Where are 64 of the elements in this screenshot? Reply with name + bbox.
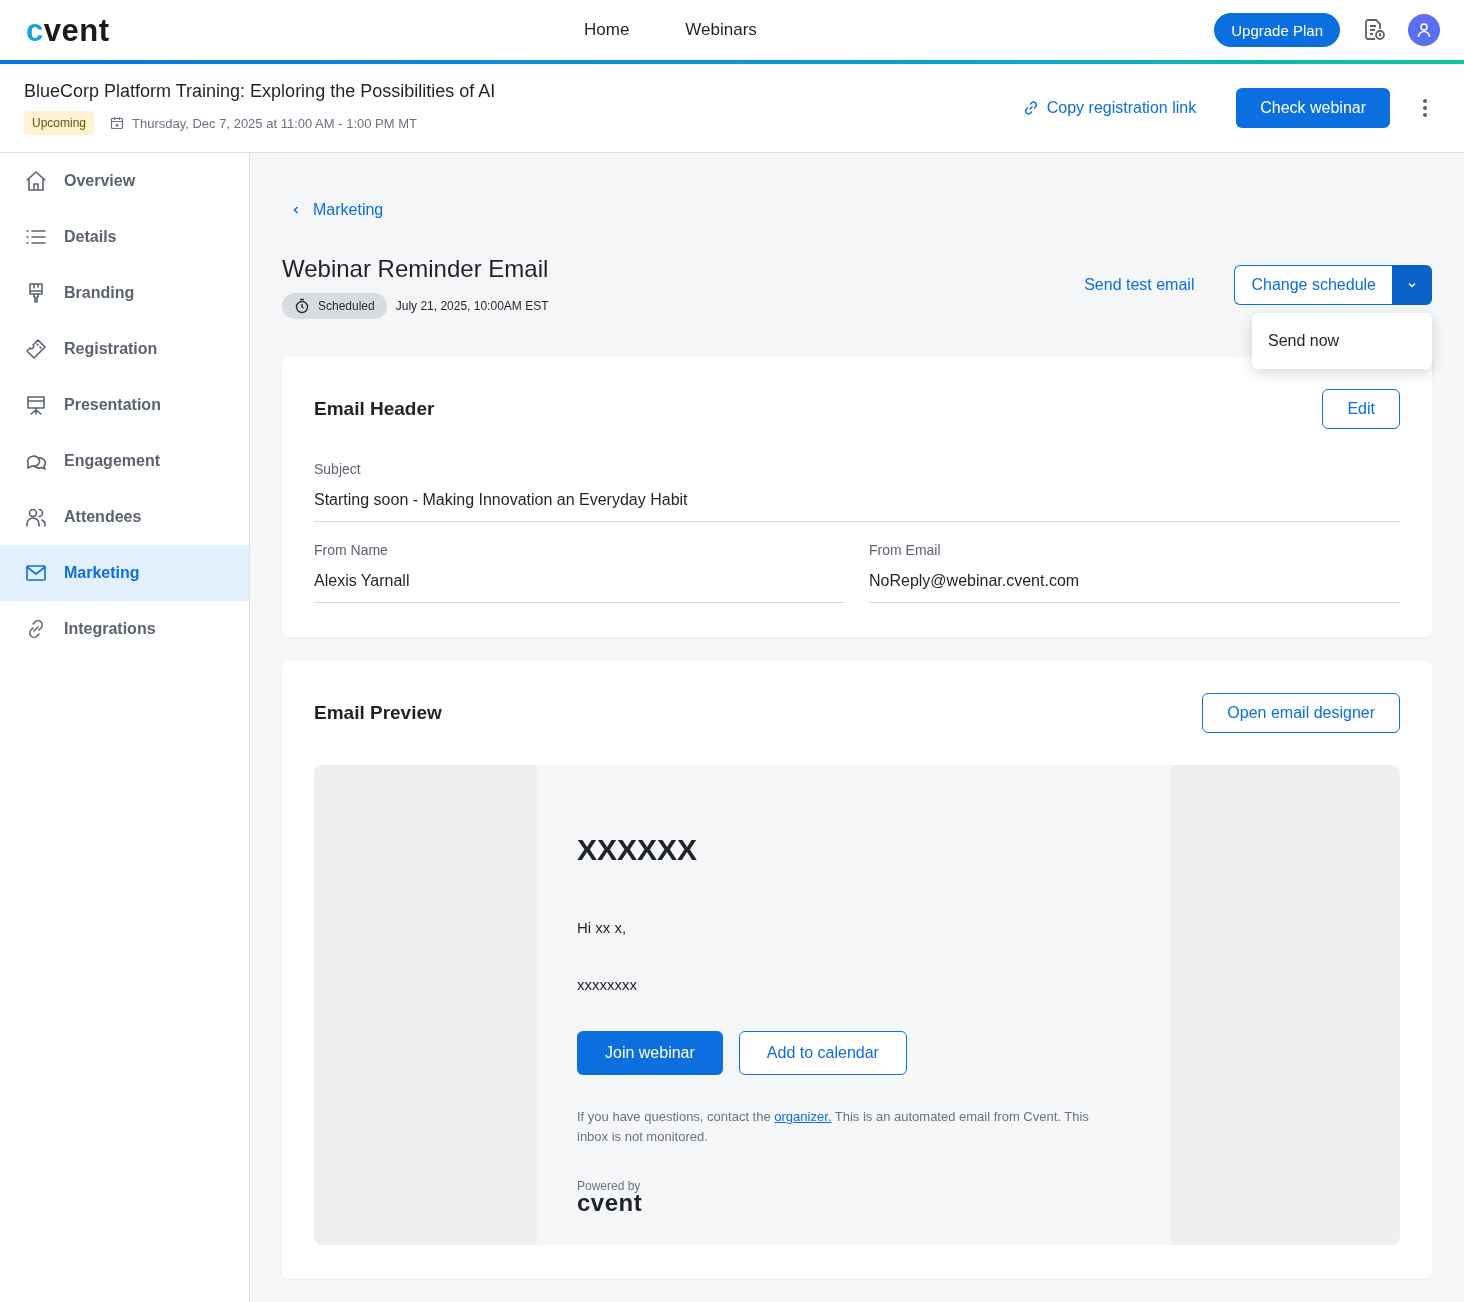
avatar-icon[interactable] bbox=[1408, 14, 1440, 46]
email-title: Webinar Reminder Email bbox=[282, 255, 549, 283]
cvent-logo[interactable]: cvent bbox=[26, 14, 326, 46]
powered-by-text: Powered by bbox=[577, 1179, 642, 1193]
field-label: From Name bbox=[314, 542, 389, 558]
disclaimer-text: If you have questions, contact the organizer. This is an automated email from Cvent. This inbox is not monitored. bbox=[577, 1108, 1090, 1146]
edit-button[interactable]: Edit bbox=[1322, 389, 1400, 429]
chevron-down-icon bbox=[1407, 280, 1417, 290]
scheduled-badge: Scheduled bbox=[282, 293, 387, 319]
field-label: Subject bbox=[314, 461, 362, 477]
chevron-left-icon bbox=[291, 205, 301, 215]
change-schedule-button[interactable]: Change schedule bbox=[1234, 265, 1392, 305]
sidebar-item-label: Registration bbox=[64, 340, 158, 358]
field-label: From Email bbox=[869, 542, 942, 558]
dropdown-toggle-button[interactable] bbox=[1392, 265, 1432, 305]
sidebar-item-label: Attendees bbox=[64, 508, 142, 526]
sidebar-item[interactable]: Overview bbox=[0, 153, 249, 209]
sidebar-item[interactable]: Registration bbox=[0, 321, 249, 377]
sidebar-item[interactable]: Marketing bbox=[0, 545, 249, 601]
back-to-marketing-link[interactable]: Marketing bbox=[282, 201, 1432, 219]
sidebar-item[interactable]: Branding bbox=[0, 265, 249, 321]
copy-registration-link[interactable]: Copy registration link bbox=[1022, 99, 1197, 117]
upgrade-plan-button[interactable]: Upgrade Plan bbox=[1214, 13, 1340, 47]
card-title: Email Header bbox=[314, 398, 435, 420]
link-icon bbox=[1022, 100, 1039, 116]
nav-link[interactable]: Home bbox=[584, 20, 630, 40]
field-value: Starting soon - Making Innovation an Everyday Habit bbox=[314, 491, 689, 509]
sidebar-item-label: Branding bbox=[64, 284, 135, 302]
join-webinar-button[interactable]: Join webinar bbox=[577, 1031, 723, 1075]
sidebar-item[interactable]: Integrations bbox=[0, 601, 249, 657]
sidebar-item-label: Integrations bbox=[64, 620, 156, 638]
field-value: Alexis Yarnall bbox=[314, 572, 411, 590]
schedule-datetime: July 21, 2025, 10:00AM EST bbox=[395, 299, 549, 313]
status-badge: Upcoming bbox=[24, 111, 95, 135]
sidebar-item[interactable]: Attendees bbox=[0, 489, 249, 545]
document-clock-icon[interactable] bbox=[1362, 18, 1386, 42]
easel-icon bbox=[24, 393, 48, 417]
sidebar-item-label: Engagement bbox=[64, 452, 160, 470]
field-value: NoReply@webinar.cvent.com bbox=[869, 572, 1081, 590]
card-title: Email Preview bbox=[314, 702, 442, 724]
more-options-icon[interactable] bbox=[1422, 98, 1428, 118]
event-datetime: Thursday, Dec 7, 2025 at 11:00 AM - 1:00 PM MT bbox=[132, 115, 417, 131]
calendar-icon bbox=[110, 116, 125, 130]
add-to-calendar-button[interactable]: Add to calendar bbox=[738, 1031, 907, 1075]
open-email-designer-button[interactable]: Open email designer bbox=[1202, 693, 1400, 733]
sidebar-item-label: Overview bbox=[64, 172, 136, 190]
house-icon bbox=[24, 169, 48, 193]
sidebar-item[interactable]: Details bbox=[0, 209, 249, 265]
email-heading: XXXXXX bbox=[577, 833, 699, 867]
cvent-logo: cvent bbox=[577, 1193, 643, 1213]
greeting-text: Hi xx x, bbox=[577, 919, 628, 936]
ticket-icon bbox=[24, 337, 48, 361]
sidebar-item-label: Marketing bbox=[64, 564, 140, 582]
check-webinar-button[interactable]: Check webinar bbox=[1236, 88, 1390, 128]
sidebar-item[interactable]: Presentation bbox=[0, 377, 249, 433]
event-title: BlueCorp Platform Training: Exploring the Possibilities of AI bbox=[24, 81, 496, 102]
organizer-link[interactable]: organizer. bbox=[774, 1109, 832, 1124]
nav-link[interactable]: Webinars bbox=[685, 20, 757, 40]
send-test-email-link[interactable]: Send test email bbox=[1084, 276, 1195, 294]
send-now-menu-item[interactable]: Send now bbox=[1252, 321, 1432, 361]
sidebar-item-label: Details bbox=[64, 228, 117, 246]
sidebar-item[interactable]: Engagement bbox=[0, 433, 249, 489]
body-text: xxxxxxxx bbox=[577, 976, 638, 993]
sidebar-item-label: Presentation bbox=[64, 396, 161, 414]
